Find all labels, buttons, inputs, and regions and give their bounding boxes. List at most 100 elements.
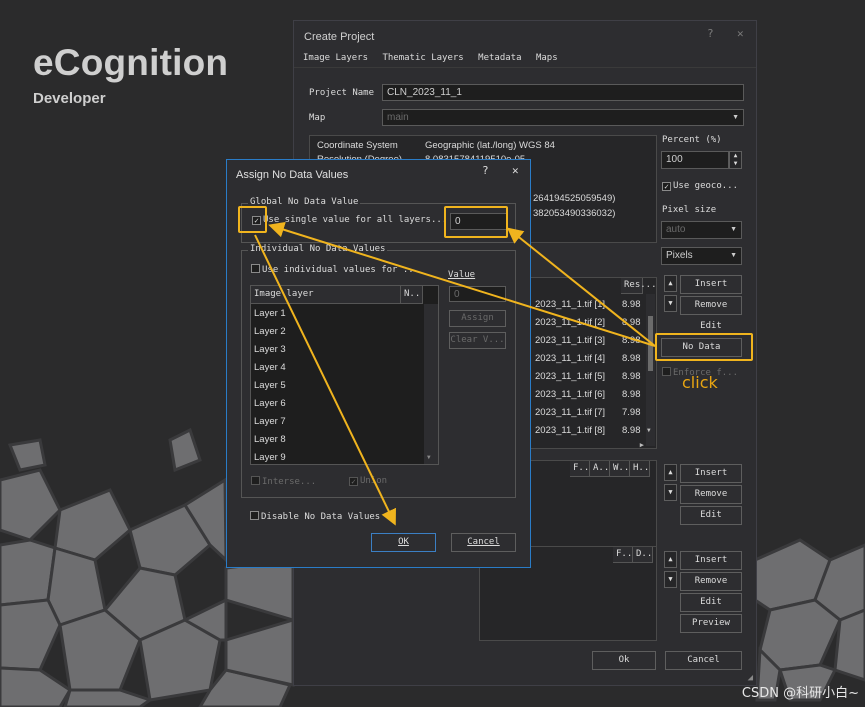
table-row[interactable]: 2023_11_1.tif [6] xyxy=(535,386,625,404)
tab-bar: Image Layers Thematic Layers Metadata Ma… xyxy=(294,49,756,68)
metadata-remove-button[interactable]: Remove xyxy=(680,572,742,591)
help-icon[interactable]: ? xyxy=(482,164,489,177)
use-single-value-checkbox[interactable]: ✓ Use single value for all layers... xyxy=(252,215,447,225)
checkbox-icon xyxy=(251,476,260,485)
pixel-size-select[interactable]: auto ▼ xyxy=(661,221,742,239)
metadata-up-button[interactable]: ▲ xyxy=(664,551,677,568)
table-row[interactable]: 2023_11_1.tif [7] xyxy=(535,404,625,422)
scrollbar[interactable]: ▼ xyxy=(646,294,655,446)
union-label: Union xyxy=(360,476,388,486)
intersect-label: Interse... xyxy=(262,477,317,487)
list-item[interactable]: Layer 4 xyxy=(251,359,421,377)
value-label: Value xyxy=(448,270,476,280)
dialog-cancel-button[interactable]: Cancel xyxy=(451,533,516,552)
res-cell: 8.98 xyxy=(622,353,641,364)
thematic-insert-button[interactable]: Insert xyxy=(680,464,742,483)
unit-select[interactable]: Pixels ▼ xyxy=(661,247,742,265)
table-row[interactable]: 2023_11_1.tif [4] xyxy=(535,350,625,368)
table-row[interactable]: 2023_11_1.tif [1] xyxy=(535,296,625,314)
list-item[interactable]: Layer 1 xyxy=(251,305,421,323)
scroll-down-icon[interactable]: ▼ xyxy=(647,427,651,434)
scrollbar[interactable]: ▼ xyxy=(424,304,438,464)
value-input[interactable]: 0 xyxy=(449,286,506,302)
table-row[interactable]: 2023_11_1.tif [3] xyxy=(535,332,625,350)
intersect-checkbox[interactable]: Interse... xyxy=(251,476,316,487)
scrollbar-thumb[interactable] xyxy=(648,316,653,371)
extent-line-1: 264194525059549) xyxy=(533,193,616,204)
res-cell: 8.98 xyxy=(622,389,641,400)
list-item[interactable]: Layer 6 xyxy=(251,395,421,413)
percent-stepper[interactable]: ▲ ▼ xyxy=(729,151,742,169)
table-row[interactable]: 2023_11_1.tif [8] xyxy=(535,422,625,440)
ok-button[interactable]: Ok xyxy=(592,651,656,670)
list-item[interactable]: Layer 3 xyxy=(251,341,421,359)
thematic-col-2: A.. xyxy=(590,461,610,477)
res-cell: 8.98 xyxy=(622,371,641,382)
metadata-edit-button[interactable]: Edit xyxy=(680,593,742,612)
image-insert-button[interactable]: Insert xyxy=(680,275,742,294)
brand-subtitle: Developer xyxy=(33,90,106,107)
watermark: CSDN @科研小白~ xyxy=(741,686,859,701)
cancel-button[interactable]: Cancel xyxy=(665,651,742,670)
percent-label: Percent (%) xyxy=(662,135,722,145)
checkbox-icon xyxy=(662,367,671,376)
chevron-down-icon: ▼ xyxy=(730,226,737,233)
no-data-column-header: N.. xyxy=(401,286,423,304)
metadata-insert-button[interactable]: Insert xyxy=(680,551,742,570)
thematic-edit-button[interactable]: Edit xyxy=(680,506,742,525)
dialog-ok-button[interactable]: OK xyxy=(371,533,436,552)
use-single-value-label: Use single value for all layers... xyxy=(263,215,448,225)
extent-line-2: 382053490336032) xyxy=(533,208,616,219)
pixel-size-value: auto xyxy=(666,224,686,235)
checkbox-icon: ✓ xyxy=(662,182,671,191)
list-item[interactable]: Layer 9 xyxy=(251,449,421,464)
thematic-down-button[interactable]: ▼ xyxy=(664,484,677,501)
highlight-no-data-box xyxy=(655,333,753,361)
close-icon[interactable]: ✕ xyxy=(512,164,519,177)
use-individual-checkbox[interactable]: Use individual values for ... xyxy=(251,264,419,275)
click-annotation: click xyxy=(682,373,718,392)
layer-rows: Layer 1 Layer 2 Layer 3 Layer 4 Layer 5 … xyxy=(251,305,421,464)
percent-input[interactable]: 100 xyxy=(661,151,729,169)
scroll-right-icon[interactable]: ▶ xyxy=(640,441,644,449)
table-row[interactable]: 2023_11_1.tif [2] xyxy=(535,314,625,332)
map-select[interactable]: main ▼ xyxy=(382,109,744,126)
move-down-button[interactable]: ▼ xyxy=(664,295,677,312)
checkbox-icon xyxy=(250,511,259,520)
res-cell: 7.98 xyxy=(622,407,641,418)
help-icon[interactable]: ? xyxy=(707,27,714,40)
union-checkbox[interactable]: ✓ Union xyxy=(349,476,387,486)
tab-metadata[interactable]: Metadata xyxy=(478,49,521,67)
move-up-button[interactable]: ▲ xyxy=(664,275,677,292)
thematic-up-button[interactable]: ▲ xyxy=(664,464,677,481)
use-geocoding-label: Use geoco... xyxy=(673,181,739,191)
image-remove-button[interactable]: Remove xyxy=(680,296,742,315)
tab-thematic-layers[interactable]: Thematic Layers xyxy=(382,49,463,67)
chevron-down-icon: ▼ xyxy=(732,114,739,121)
checkbox-icon xyxy=(251,264,260,273)
metadata-preview-button[interactable]: Preview xyxy=(680,614,742,633)
tab-image-layers[interactable]: Image Layers xyxy=(303,49,368,67)
highlight-value-box xyxy=(444,206,508,238)
res-column-header: Res... xyxy=(621,278,657,294)
window-title: Create Project xyxy=(304,31,375,43)
disable-no-data-checkbox[interactable]: Disable No Data Values xyxy=(250,511,380,522)
metadata-down-button[interactable]: ▼ xyxy=(664,571,677,588)
list-item[interactable]: Layer 8 xyxy=(251,431,421,449)
assign-button[interactable]: Assign xyxy=(449,310,506,327)
unit-value: Pixels xyxy=(666,250,693,261)
list-item[interactable]: Layer 7 xyxy=(251,413,421,431)
list-item[interactable]: Layer 2 xyxy=(251,323,421,341)
disable-no-data-label: Disable No Data Values xyxy=(261,512,381,522)
close-icon[interactable]: ✕ xyxy=(737,27,744,40)
tab-maps[interactable]: Maps xyxy=(536,49,558,67)
thematic-remove-button[interactable]: Remove xyxy=(680,485,742,504)
clear-values-button[interactable]: Clear V... xyxy=(449,332,506,349)
project-name-input[interactable]: CLN_2023_11_1 xyxy=(382,84,744,101)
use-geocoding-checkbox[interactable]: ✓ Use geoco... xyxy=(662,181,738,191)
scroll-down-icon[interactable]: ▼ xyxy=(427,454,431,461)
metadata-col-2: D.. xyxy=(633,547,653,563)
table-row[interactable]: 2023_11_1.tif [5] xyxy=(535,368,625,386)
list-item[interactable]: Layer 5 xyxy=(251,377,421,395)
image-layer-table: Res... 2023_11_1.tif [1] 2023_11_1.tif [… xyxy=(524,277,657,449)
